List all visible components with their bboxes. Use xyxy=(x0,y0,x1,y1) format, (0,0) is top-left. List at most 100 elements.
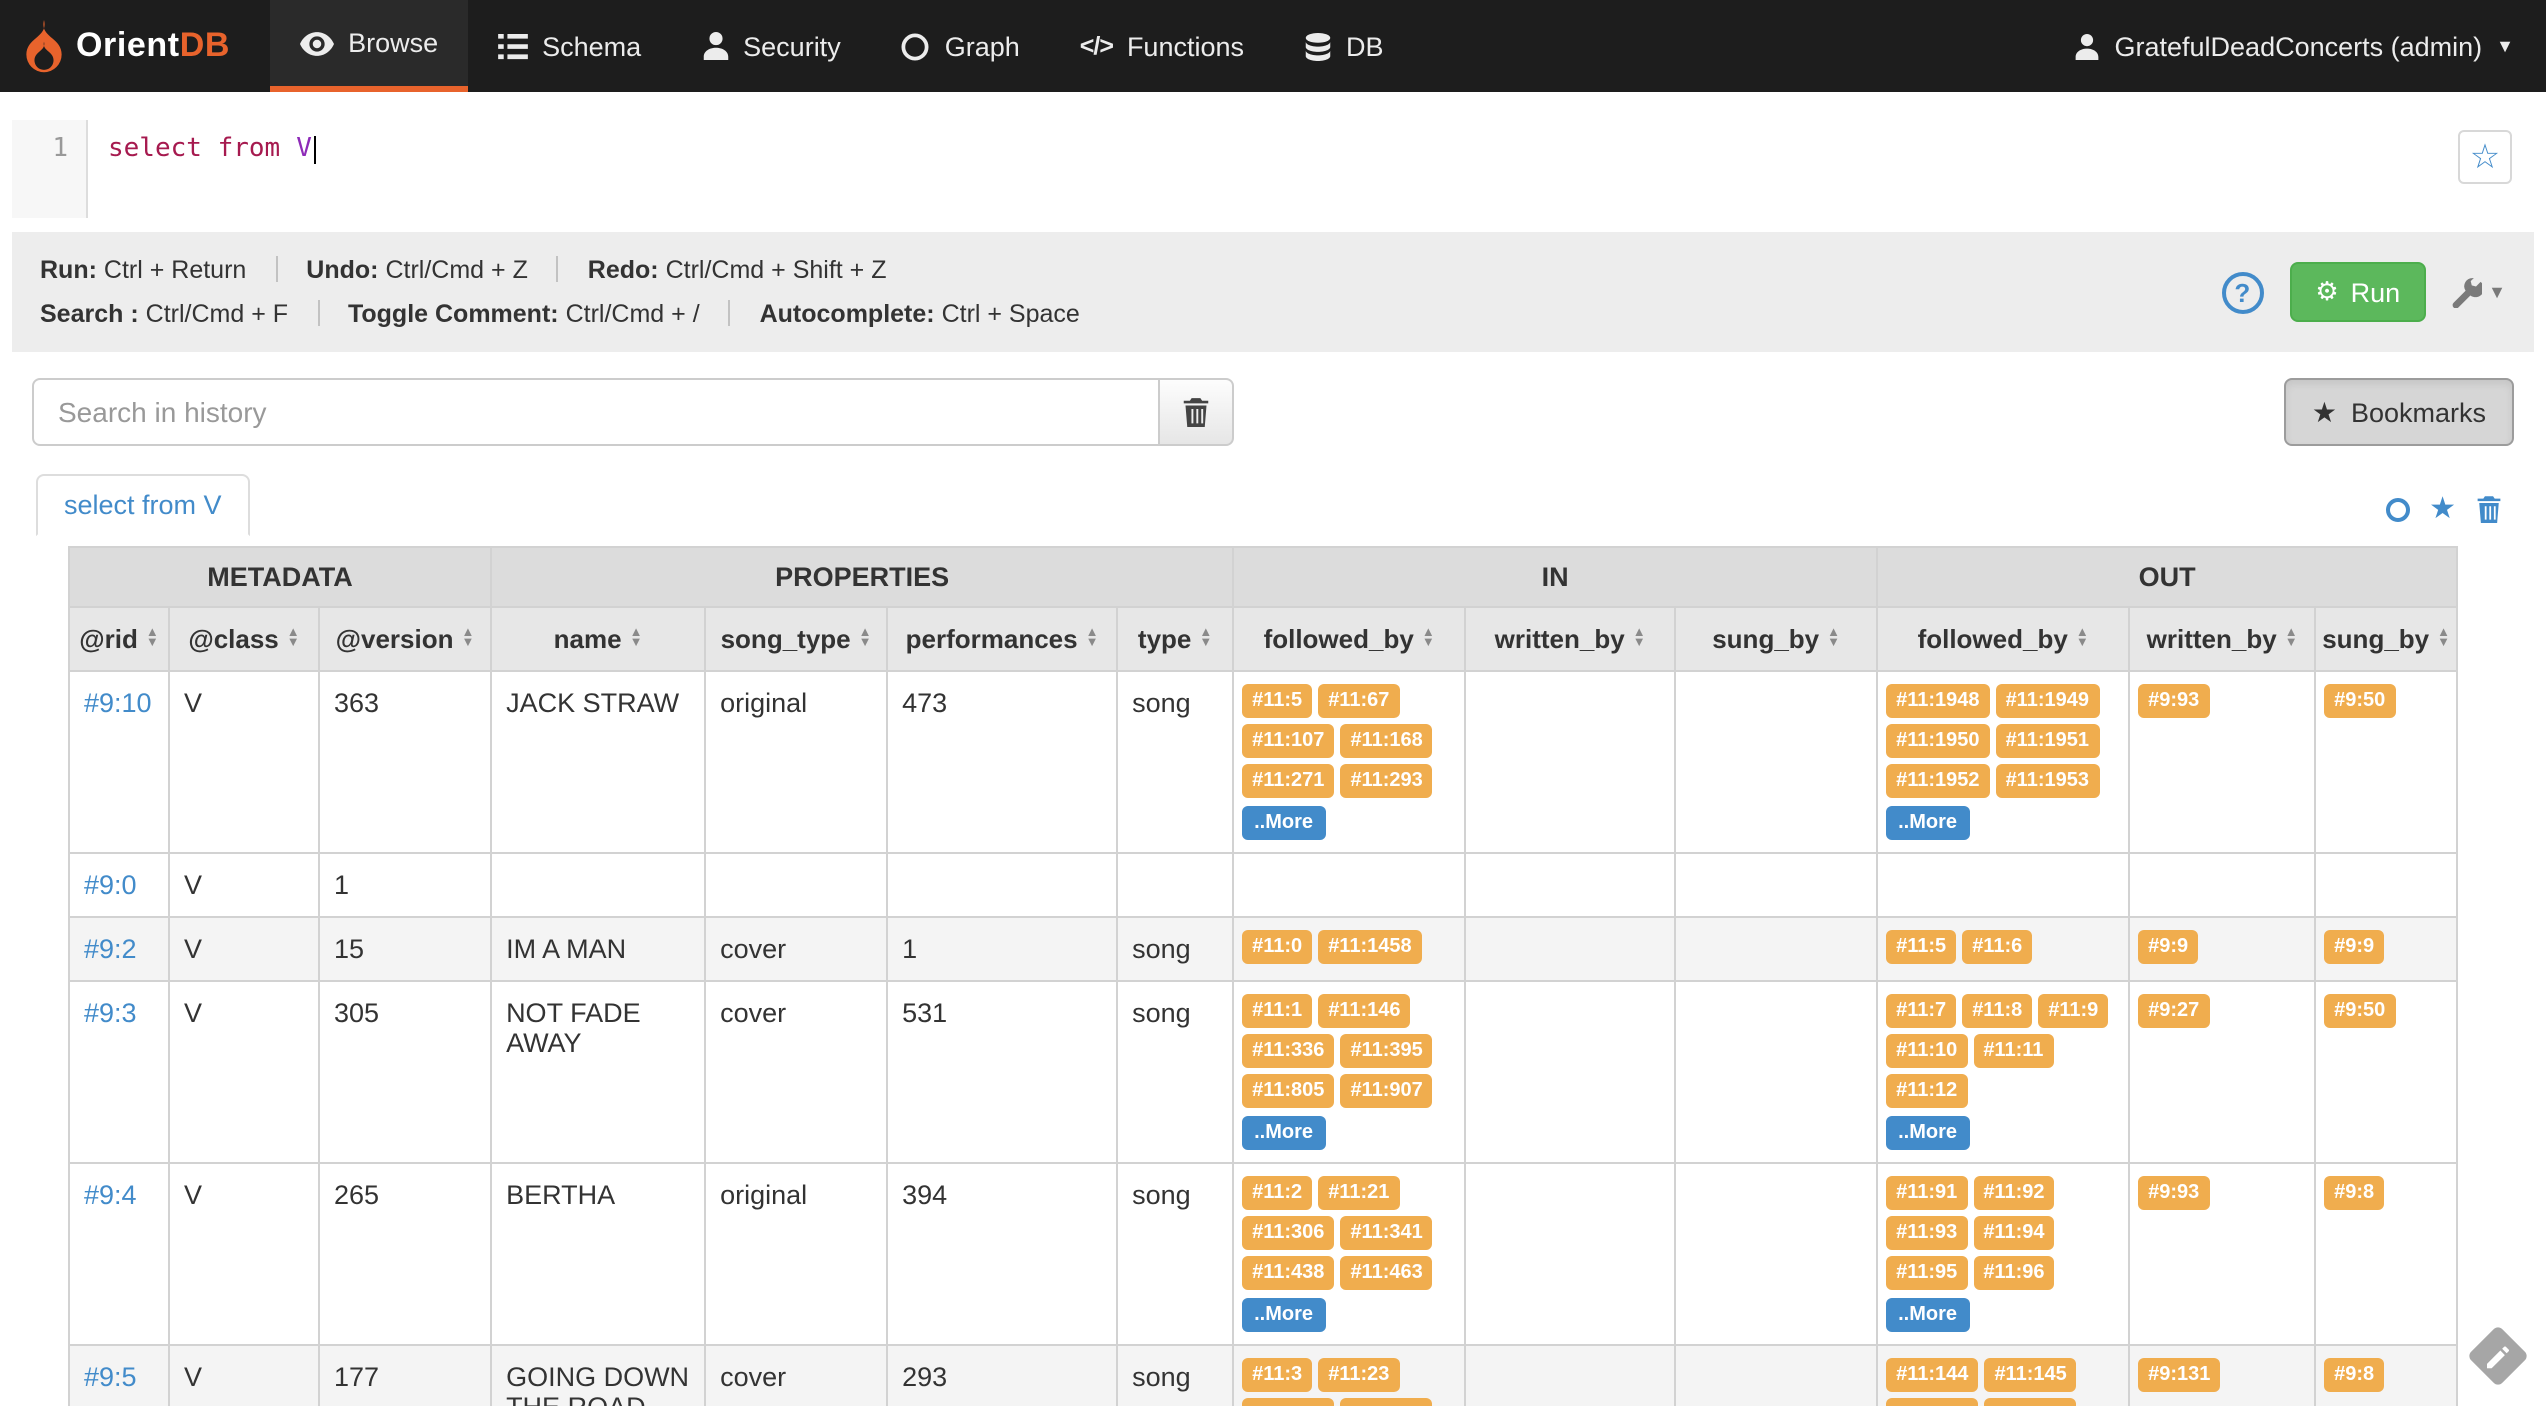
record-link-badge[interactable]: #11:12 xyxy=(1886,1074,1967,1108)
more-button[interactable]: ..More xyxy=(1886,806,1969,840)
record-link-badge[interactable]: #11:336 xyxy=(1242,1034,1334,1068)
help-icon[interactable]: ? xyxy=(2221,271,2263,313)
query-editor[interactable]: 1 select fromV ☆ xyxy=(12,120,2534,218)
record-link-badge[interactable]: #11:96 xyxy=(1973,1256,2054,1290)
record-link-badge[interactable]: #11:6 xyxy=(1962,930,2032,964)
record-link-badge[interactable]: #11:146 xyxy=(1318,994,1410,1028)
column-header-name[interactable]: name▲▼ xyxy=(491,607,705,671)
record-rid-link[interactable]: #9:4 xyxy=(84,1180,137,1210)
more-button[interactable]: ..More xyxy=(1886,1116,1969,1150)
sort-icon[interactable]: ▲▼ xyxy=(2285,630,2298,648)
record-link-badge[interactable]: #11:3 xyxy=(1242,1358,1312,1392)
record-link-badge[interactable]: #11:1949 xyxy=(1996,684,2099,718)
sort-icon[interactable]: ▲▼ xyxy=(630,630,643,648)
settings-dropdown[interactable]: ▼ xyxy=(2452,277,2506,307)
record-link-badge[interactable]: #11:93 xyxy=(1886,1216,1967,1250)
column-header-sungby[interactable]: sung_by▲▼ xyxy=(1675,607,1877,671)
record-link-badge[interactable]: #11:293 xyxy=(1340,764,1432,798)
record-rid-link[interactable]: #9:3 xyxy=(84,998,137,1028)
record-link-badge[interactable]: #9:9 xyxy=(2324,930,2384,964)
record-link-badge[interactable]: #11:21 xyxy=(1318,1176,1399,1210)
more-button[interactable]: ..More xyxy=(1242,1116,1325,1150)
record-link-badge[interactable]: #11:1948 xyxy=(1886,684,1989,718)
record-link-badge[interactable]: #11:67 xyxy=(1318,684,1399,718)
record-link-badge[interactable]: #11:1952 xyxy=(1886,764,1989,798)
nav-item-db[interactable]: DB xyxy=(1274,0,1414,92)
more-button[interactable]: ..More xyxy=(1886,1298,1969,1332)
record-link-badge[interactable]: #9:9 xyxy=(2138,930,2198,964)
record-link-badge[interactable]: #11:11 xyxy=(1973,1034,2053,1068)
record-link-badge[interactable]: #9:50 xyxy=(2324,684,2395,718)
record-link-badge[interactable]: #11:395 xyxy=(1340,1034,1432,1068)
record-link-badge[interactable]: #11:145 xyxy=(1984,1358,2076,1392)
rerun-icon[interactable] xyxy=(2385,498,2409,522)
record-link-badge[interactable]: #11:805 xyxy=(1242,1074,1334,1108)
bookmark-query-button[interactable]: ☆ xyxy=(2458,130,2512,184)
record-link-badge[interactable]: #11:5 xyxy=(1886,930,1956,964)
record-link-badge[interactable]: #11:306 xyxy=(1242,1216,1334,1250)
record-link-badge[interactable]: #11:23 xyxy=(1318,1358,1399,1392)
record-link-badge[interactable]: #11:1458 xyxy=(1318,930,1421,964)
sort-icon[interactable]: ▲▼ xyxy=(1086,630,1099,648)
sort-icon[interactable]: ▲▼ xyxy=(287,630,300,648)
nav-item-security[interactable]: Security xyxy=(671,0,871,92)
record-link-badge[interactable]: #9:93 xyxy=(2138,684,2209,718)
orientdb-logo[interactable]: OrientDB xyxy=(0,0,270,92)
record-link-badge[interactable]: #11:2 xyxy=(1242,1176,1312,1210)
record-link-badge[interactable]: #11:373 xyxy=(1340,1398,1432,1406)
user-menu[interactable]: GratefulDeadConcerts (admin) ▼ xyxy=(2043,0,2546,92)
sort-icon[interactable]: ▲▼ xyxy=(1633,630,1646,648)
record-link-badge[interactable]: #9:8 xyxy=(2324,1176,2384,1210)
bookmark-result-icon[interactable]: ★ xyxy=(2429,496,2456,524)
record-link-badge[interactable]: #11:463 xyxy=(1340,1256,1432,1290)
delete-result-icon[interactable] xyxy=(2476,496,2502,524)
sort-icon[interactable]: ▲▼ xyxy=(146,630,159,648)
record-link-badge[interactable]: #11:8 xyxy=(1962,994,2032,1028)
record-link-badge[interactable]: #9:50 xyxy=(2324,994,2395,1028)
record-link-badge[interactable]: #11:5 xyxy=(1242,684,1312,718)
record-link-badge[interactable]: #11:94 xyxy=(1973,1216,2054,1250)
sort-icon[interactable]: ▲▼ xyxy=(859,630,872,648)
code-area[interactable]: select fromV xyxy=(88,120,2534,218)
record-link-badge[interactable]: #11:907 xyxy=(1340,1074,1432,1108)
column-header-followedby[interactable]: followed_by▲▼ xyxy=(1877,607,2129,671)
record-rid-link[interactable]: #9:0 xyxy=(84,870,137,900)
run-button[interactable]: ⚙ Run xyxy=(2289,262,2426,322)
column-header-type[interactable]: type▲▼ xyxy=(1117,607,1233,671)
record-link-badge[interactable]: #9:27 xyxy=(2138,994,2209,1028)
record-link-badge[interactable]: #11:7 xyxy=(1886,994,1956,1028)
sort-icon[interactable]: ▲▼ xyxy=(1827,630,1840,648)
record-link-badge[interactable]: #11:1950 xyxy=(1886,724,1989,758)
record-link-badge[interactable]: #11:144 xyxy=(1886,1358,1978,1392)
sort-icon[interactable]: ▲▼ xyxy=(2437,630,2450,648)
sort-icon[interactable]: ▲▼ xyxy=(462,630,475,648)
column-header-writtenby[interactable]: written_by▲▼ xyxy=(2129,607,2315,671)
record-link-badge[interactable]: #11:10 xyxy=(1886,1034,1967,1068)
record-link-badge[interactable]: #11:91 xyxy=(1886,1176,1967,1210)
record-rid-link[interactable]: #9:2 xyxy=(84,934,137,964)
record-link-badge[interactable]: #11:9 xyxy=(2038,994,2108,1028)
record-link-badge[interactable]: #11:1953 xyxy=(1996,764,2099,798)
record-link-badge[interactable]: #9:131 xyxy=(2138,1358,2220,1392)
column-header-performances[interactable]: performances▲▼ xyxy=(887,607,1117,671)
column-header-rid[interactable]: @rid▲▼ xyxy=(69,607,169,671)
sort-icon[interactable]: ▲▼ xyxy=(1422,630,1435,648)
record-link-badge[interactable]: #11:107 xyxy=(1242,724,1334,758)
nav-item-functions[interactable]: </> Functions xyxy=(1050,0,1274,92)
record-link-badge[interactable]: #11:1951 xyxy=(1996,724,2099,758)
column-header-version[interactable]: @version▲▼ xyxy=(319,607,491,671)
record-link-badge[interactable]: #11:341 xyxy=(1340,1216,1432,1250)
record-link-badge[interactable]: #11:271 xyxy=(1242,764,1334,798)
column-header-writtenby[interactable]: written_by▲▼ xyxy=(1465,607,1675,671)
record-link-badge[interactable]: #11:343 xyxy=(1242,1398,1334,1406)
history-search-input[interactable] xyxy=(32,378,1160,446)
record-rid-link[interactable]: #9:10 xyxy=(84,688,152,718)
nav-item-schema[interactable]: Schema xyxy=(468,0,671,92)
record-link-badge[interactable]: #11:147 xyxy=(1984,1398,2076,1406)
record-link-badge[interactable]: #11:0 xyxy=(1242,930,1312,964)
nav-item-browse[interactable]: Browse xyxy=(270,0,468,92)
tab-select-from-v[interactable]: select from V xyxy=(36,474,250,536)
record-link-badge[interactable]: #11:168 xyxy=(1340,724,1432,758)
record-rid-link[interactable]: #9:5 xyxy=(84,1362,137,1392)
more-button[interactable]: ..More xyxy=(1242,806,1325,840)
